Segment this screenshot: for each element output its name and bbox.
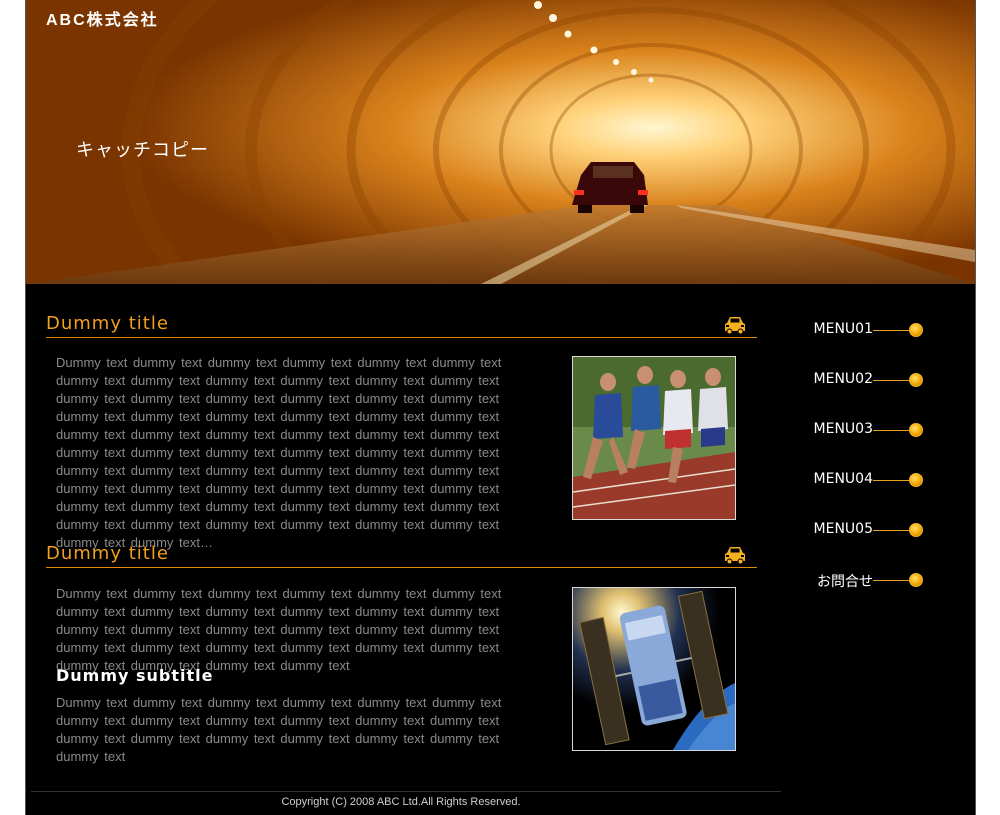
menu-item-label: MENU05 (813, 521, 873, 537)
circle-bullet-icon (909, 323, 923, 337)
catch-copy: キャッチコピー (76, 140, 209, 161)
company-logo[interactable]: ABC株式会社 (46, 6, 159, 30)
menu-item-label: MENU01 (813, 321, 873, 337)
menu-connector-line (873, 580, 911, 581)
menu-item-label: MENU04 (813, 471, 873, 487)
circle-bullet-icon (909, 473, 923, 487)
section-title-text: Dummy title (46, 313, 169, 334)
menu-item-menu04[interactable]: MENU04 (781, 469, 931, 493)
section-body-text-2: Dummy text dummy text dummy text dummy t… (56, 695, 502, 764)
runners-photo (572, 356, 736, 520)
satellite-photo (572, 587, 736, 751)
menu-connector-line (873, 330, 911, 331)
menu-connector-line (873, 530, 911, 531)
copyright-text: Copyright (C) 2008 ABC Ltd.All Rights Re… (281, 796, 521, 808)
menu-item-contact[interactable]: お問合せ (781, 569, 931, 593)
circle-bullet-icon (909, 423, 923, 437)
menu-connector-line (873, 480, 911, 481)
footer-divider (31, 791, 781, 792)
menu-item-label: お問合せ (817, 574, 873, 590)
circle-bullet-icon (909, 373, 923, 387)
section-body-text: Dummy text dummy text dummy text dummy t… (56, 586, 502, 673)
car-icon (725, 547, 745, 565)
hero-banner: ABC株式会社 キャッチコピー (26, 0, 975, 284)
menu-connector-line (873, 380, 911, 381)
circle-bullet-icon (909, 523, 923, 537)
section-subtitle: Dummy subtitle (56, 666, 214, 685)
circle-bullet-icon (909, 573, 923, 587)
menu-item-menu02[interactable]: MENU02 (781, 369, 931, 393)
menu-connector-line (873, 430, 911, 431)
menu-item-label: MENU02 (813, 371, 873, 387)
section-title-2: Dummy title (46, 543, 757, 568)
menu-item-menu03[interactable]: MENU03 (781, 419, 931, 443)
menu-item-menu05[interactable]: MENU05 (781, 519, 931, 543)
section-title-1: Dummy title (46, 313, 757, 338)
page: ABC株式会社 キャッチコピー Dummy title Dummy text d… (25, 0, 976, 815)
section-title-text: Dummy title (46, 543, 169, 564)
car-icon (725, 317, 745, 335)
menu-item-label: MENU03 (813, 421, 873, 437)
menu-item-menu01[interactable]: MENU01 (781, 319, 931, 343)
section-body-text: Dummy text dummy text dummy text dummy t… (56, 355, 502, 550)
